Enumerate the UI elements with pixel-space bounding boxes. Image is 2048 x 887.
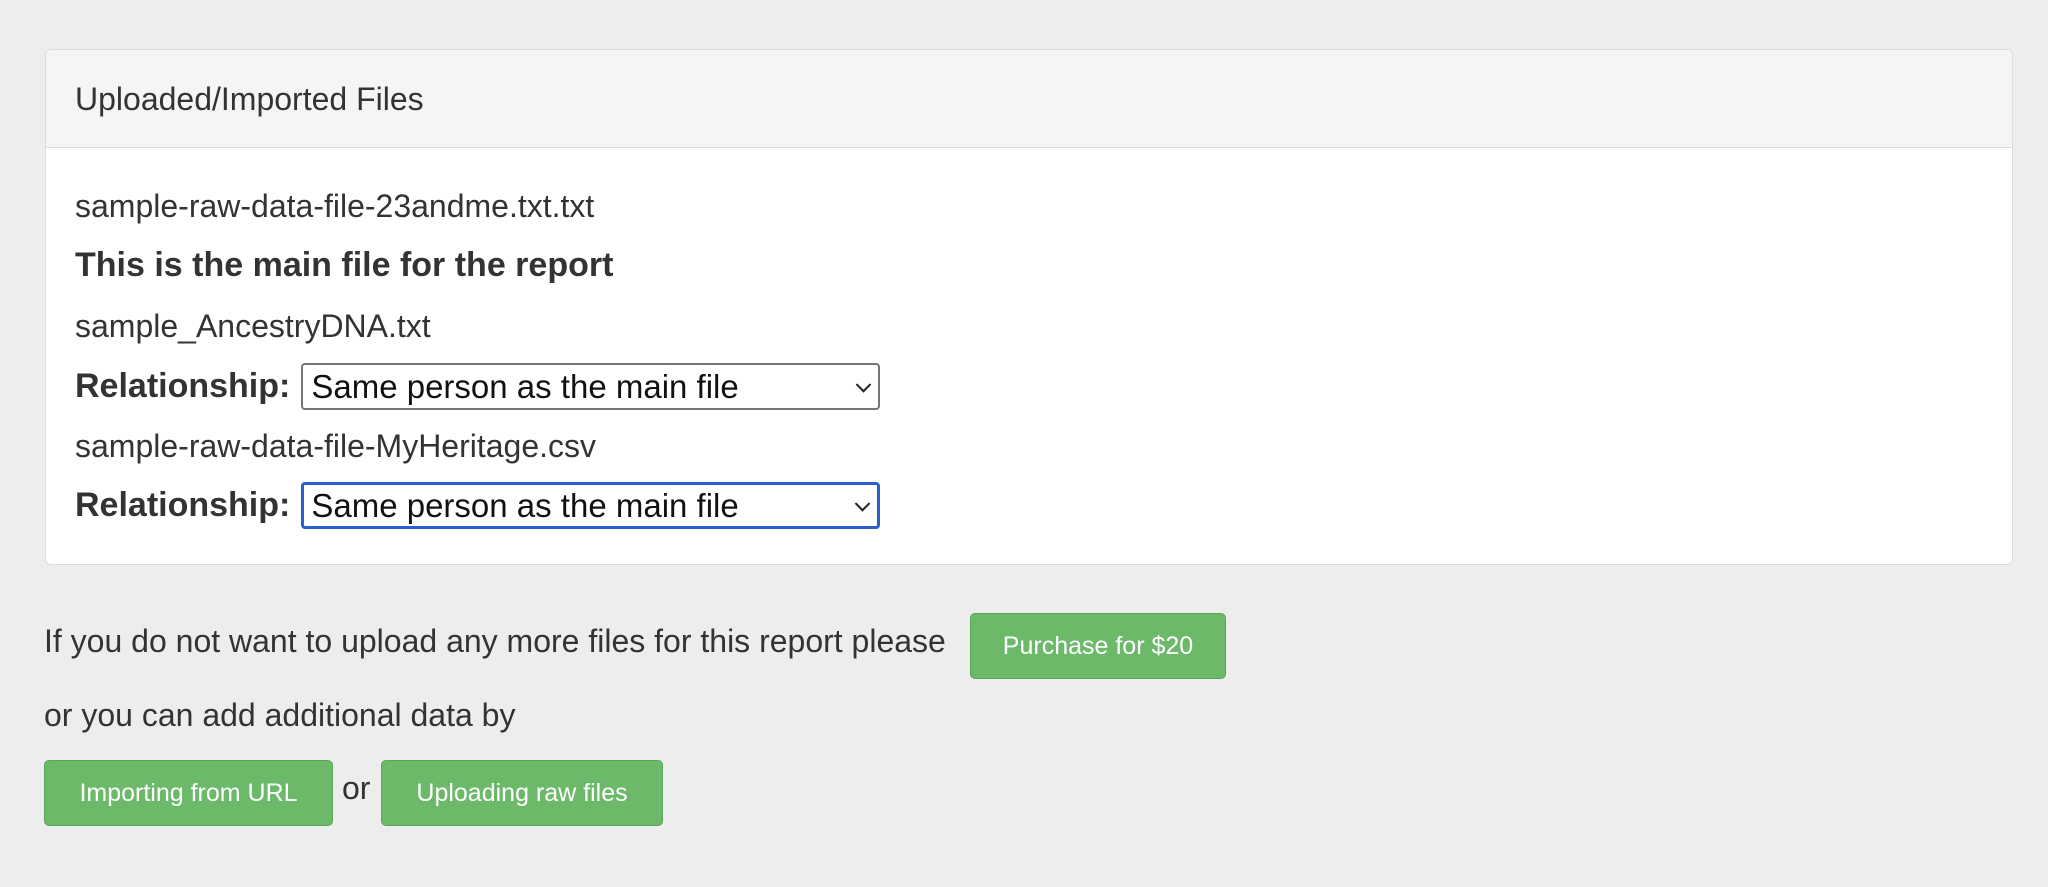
main-file-name: sample-raw-data-file-23andme.txt.txt (75, 188, 595, 224)
file-name-ancestry: sample_AncestryDNA.txt (75, 308, 431, 344)
relationship-select-value: Same person as the main file (311, 368, 739, 405)
relationship-row-ancestry: Relationship: Same person as the main fi… (75, 363, 881, 410)
main-file-note: This is the main file for the report (75, 246, 614, 284)
upload-raw-files-button[interactable]: Uploading raw files (381, 760, 663, 826)
file-name-myheritage: sample-raw-data-file-MyHeritage.csv (75, 428, 597, 464)
relationship-select-value: Same person as the main file (311, 487, 739, 524)
panel-title: Uploaded/Imported Files (46, 50, 2012, 148)
uploaded-files-panel: Uploaded/Imported Files sample-raw-data-… (45, 49, 2013, 565)
relationship-row-myheritage: Relationship: Same person as the main fi… (75, 482, 881, 529)
chevron-down-icon (855, 495, 871, 512)
relationship-select-ancestry[interactable]: Same person as the main file (301, 363, 881, 410)
additional-data-prompt: or you can add additional data by (44, 697, 516, 733)
import-from-url-button[interactable]: Importing from URL (44, 760, 333, 826)
relationship-label: Relationship: (75, 486, 291, 524)
chevron-down-icon (856, 376, 872, 393)
relationship-select-myheritage[interactable]: Same person as the main file (301, 482, 881, 529)
purchase-button[interactable]: Purchase for $20 (970, 613, 1226, 679)
relationship-label: Relationship: (75, 367, 291, 405)
purchase-prompt: If you do not want to upload any more fi… (44, 623, 946, 659)
or-separator: or (342, 770, 371, 806)
